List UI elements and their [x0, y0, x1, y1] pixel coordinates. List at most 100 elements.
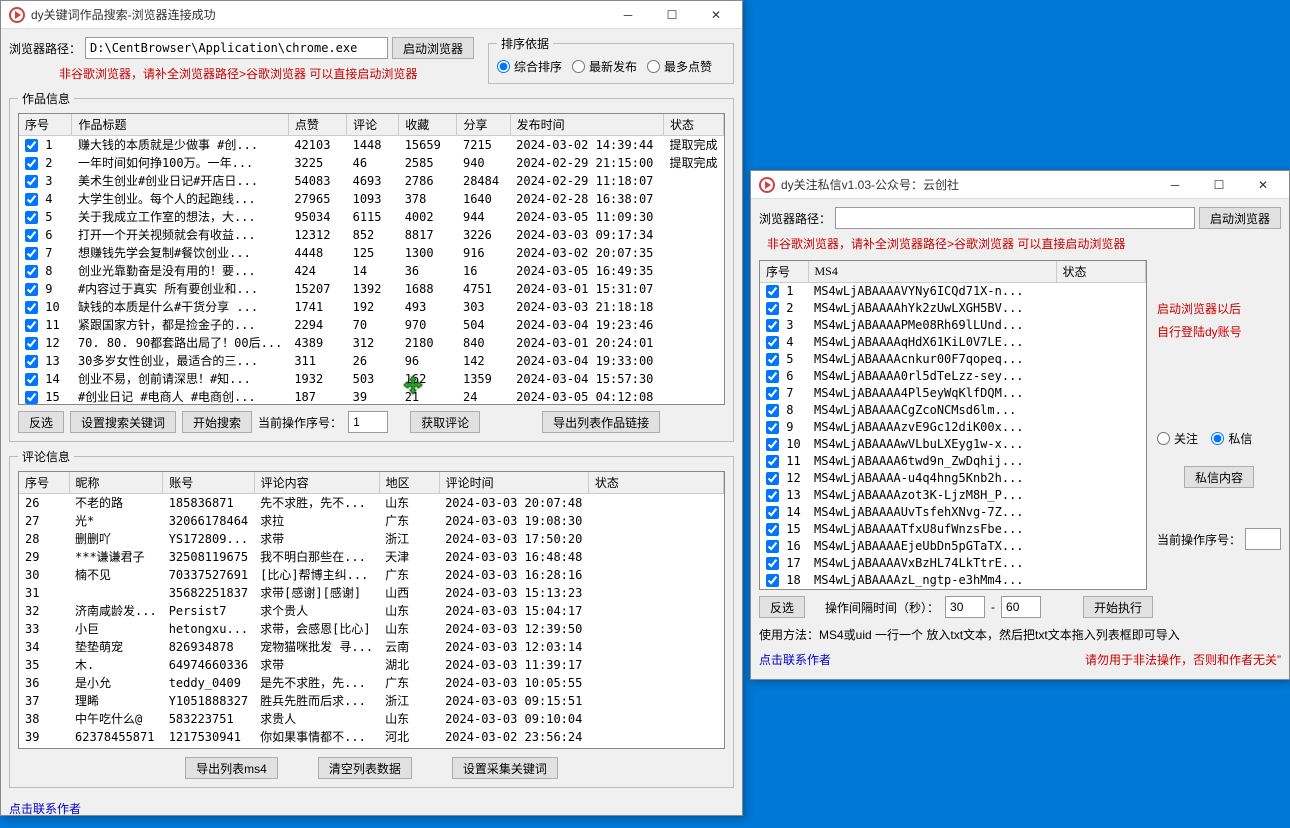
ms4-table-wrap[interactable]: 序号MS4状态 1MS4wLjABAAAAVYNy6ICQd71X-n... 2…	[759, 260, 1147, 590]
row-checkbox[interactable]	[25, 373, 38, 386]
table-row[interactable]: 6MS4wLjABAAAA0rl5dTeLzz-sey...	[760, 368, 1146, 385]
row-checkbox[interactable]	[766, 285, 779, 298]
table-row[interactable]: 13MS4wLjABAAAAzot3K-LjzM8H_P...	[760, 487, 1146, 504]
table-row[interactable]: 5关于我成立工作室的想法，大...95034611540029442024-03…	[19, 208, 724, 226]
row-checkbox[interactable]	[766, 404, 779, 417]
row-checkbox[interactable]	[766, 319, 779, 332]
table-row[interactable]: 1MS4wLjABAAAAVYNy6ICQd71X-n...	[760, 283, 1146, 300]
col-header[interactable]: 评论时间	[439, 472, 588, 494]
table-row[interactable]: 27光*32066178464求拉广东2024-03-03 19:08:30	[19, 512, 724, 530]
sort-opt-comprehensive[interactable]: 综合排序	[497, 58, 562, 75]
table-row[interactable]: 4MS4wLjABAAAAqHdX61KiL0V7LE...	[760, 334, 1146, 351]
invert-btn-2[interactable]: 反选	[759, 596, 805, 618]
table-row[interactable]: 26不老的路185836871先不求胜，先不...山东2024-03-03 20…	[19, 494, 724, 512]
table-row[interactable]: 2MS4wLjABAAAAhYk2zUwLXGH5BV...	[760, 300, 1146, 317]
sort-opt-newest[interactable]: 最新发布	[572, 58, 637, 75]
contact-link-1[interactable]: 点击联系作者	[9, 800, 81, 817]
browser-path-input-1[interactable]	[85, 37, 388, 59]
row-checkbox[interactable]	[25, 175, 38, 188]
row-checkbox[interactable]	[25, 337, 38, 350]
table-row[interactable]: 1赚大钱的本质就是少做事 #创...4210314481565972152024…	[19, 136, 724, 154]
row-checkbox[interactable]	[766, 438, 779, 451]
row-checkbox[interactable]	[25, 319, 38, 332]
col-header[interactable]: 点赞	[288, 114, 346, 136]
maximize-btn-1[interactable]: ☐	[650, 1, 694, 29]
row-checkbox[interactable]	[25, 193, 38, 206]
col-header[interactable]: 昵称	[69, 472, 163, 494]
row-checkbox[interactable]	[25, 157, 38, 170]
table-row[interactable]: 1270. 80. 90都套路出局了！00后...438931221808402…	[19, 334, 724, 352]
row-checkbox[interactable]	[25, 247, 38, 260]
table-row[interactable]: 29***谦谦君子3250811967​5我不明白那些在...天津2024-03…	[19, 548, 724, 566]
browser-path-input-2[interactable]	[835, 207, 1195, 229]
maximize-btn-2[interactable]: ☐	[1197, 171, 1241, 199]
table-row[interactable]: 30楠不见70337527691[比心]帮博主纠...广东2024-03-03 …	[19, 566, 724, 584]
row-checkbox[interactable]	[25, 355, 38, 368]
table-row[interactable]: 3MS4wLjABAAAAPMe08Rh69lLUnd...	[760, 317, 1146, 334]
col-header[interactable]: 状态	[663, 114, 723, 136]
table-row[interactable]: 11MS4wLjABAAAA6twd9n_ZwDqhij...	[760, 453, 1146, 470]
col-header[interactable]: 账号	[163, 472, 254, 494]
set-keyword-btn[interactable]: 设置搜索关键词	[70, 411, 176, 433]
table-row[interactable]: 3美术生创业#创业日记#开店日...5408346932786284842024…	[19, 172, 724, 190]
col-header[interactable]: 地区	[379, 472, 439, 494]
table-row[interactable]: 1330多岁女性创业，最适合的三...31126961422024-03-04 …	[19, 352, 724, 370]
close-btn-2[interactable]: ✕	[1241, 171, 1285, 199]
table-row[interactable]: 38中午吃什么@583223751求贵人山东2024-03-03 09:10:0…	[19, 710, 724, 728]
current-seq-input-1[interactable]	[348, 411, 388, 433]
start-browser-btn-1[interactable]: 启动浏览器	[392, 37, 474, 59]
row-checkbox[interactable]	[766, 302, 779, 315]
row-checkbox[interactable]	[25, 139, 38, 152]
interval-min-input[interactable]	[945, 596, 985, 618]
table-row[interactable]: 28删删吖YS172809...求带浙江2024-03-03 17:50:20	[19, 530, 724, 548]
row-checkbox[interactable]	[25, 265, 38, 278]
row-checkbox[interactable]	[766, 387, 779, 400]
table-row[interactable]: 16MS4wLjABAAAAEjeUbDn5pGTaTX...	[760, 538, 1146, 555]
sort-opt-mostlikes[interactable]: 最多点赞	[647, 58, 712, 75]
table-row[interactable]: 11紧跟国家方针，都是捡金子的...2294709705042024-03-04…	[19, 316, 724, 334]
table-row[interactable]: 18MS4wLjABAAAAzL_ngtp-e3hMm4...	[760, 572, 1146, 589]
table-row[interactable]: 19MS4wLjABAAAAWzn8WL3050eYir...	[760, 589, 1146, 591]
radio-follow[interactable]: 关注	[1157, 430, 1198, 447]
row-checkbox[interactable]	[766, 523, 779, 536]
table-row[interactable]: 31 3568225183​7求带[感谢][感谢]山西2024-03-03 15…	[19, 584, 724, 602]
row-checkbox[interactable]	[766, 540, 779, 553]
table-row[interactable]: 10MS4wLjABAAAAwVLbuLXEyg1w-x...	[760, 436, 1146, 453]
row-checkbox[interactable]	[25, 301, 38, 314]
current-seq-input-2[interactable]	[1245, 528, 1281, 550]
col-header[interactable]: 序号	[760, 261, 808, 283]
interval-max-input[interactable]	[1001, 596, 1041, 618]
table-row[interactable]: 9#内容过于真实 所有要创业和...152071392168847512024-…	[19, 280, 724, 298]
row-checkbox[interactable]	[766, 472, 779, 485]
clear-table-btn[interactable]: 清空列表数据	[318, 757, 412, 779]
col-header[interactable]: 状态	[588, 472, 723, 494]
set-collect-kw-btn[interactable]: 设置采集关键词	[452, 757, 558, 779]
col-header[interactable]: 分享	[457, 114, 510, 136]
table-row[interactable]: 15MS4wLjABAAAATfxU8ufWnzsFbe...	[760, 521, 1146, 538]
table-row[interactable]: 33小巨hetongxu...求带，会感恩[比心]山东2024-03-03 12…	[19, 620, 724, 638]
col-header[interactable]: 评论内容	[254, 472, 379, 494]
row-checkbox[interactable]	[25, 211, 38, 224]
table-row[interactable]: 7MS4wLjABAAAA4Pl5eyWqKlfDQM...	[760, 385, 1146, 402]
col-header[interactable]: 序号	[19, 472, 69, 494]
export-ms4-btn[interactable]: 导出列表ms4	[185, 757, 278, 779]
row-checkbox[interactable]	[766, 336, 779, 349]
table-row[interactable]: 34垫垫萌宠826934878宠物猫咪批发 寻...云南2024-03-03 1…	[19, 638, 724, 656]
minimize-btn-2[interactable]: ─	[1153, 171, 1197, 199]
row-checkbox[interactable]	[766, 574, 779, 587]
row-checkbox[interactable]	[766, 353, 779, 366]
radio-dm[interactable]: 私信	[1211, 430, 1252, 447]
start-browser-btn-2[interactable]: 启动浏览器	[1199, 207, 1281, 229]
dm-content-btn[interactable]: 私信内容	[1184, 466, 1254, 488]
table-row[interactable]: 14MS4wLjABAAAAUvTsfehXNvg-7Z...	[760, 504, 1146, 521]
invert-btn-1[interactable]: 反选	[18, 411, 64, 433]
col-header[interactable]: 收藏	[399, 114, 457, 136]
row-checkbox[interactable]	[25, 229, 38, 242]
table-row[interactable]: 9MS4wLjABAAAAzvE9Gc12diK00x...	[760, 419, 1146, 436]
row-checkbox[interactable]	[766, 557, 779, 570]
row-checkbox[interactable]	[766, 421, 779, 434]
col-header[interactable]: 评论	[347, 114, 399, 136]
table-row[interactable]: 2一年时间如何挣100万。一年...32254625859402024-02-2…	[19, 154, 724, 172]
table-row[interactable]: 8MS4wLjABAAAACgZcoNCMsd6lm...	[760, 402, 1146, 419]
table-row[interactable]: 14创业不易，创前请深思！#知...193250316213592024-03-…	[19, 370, 724, 388]
